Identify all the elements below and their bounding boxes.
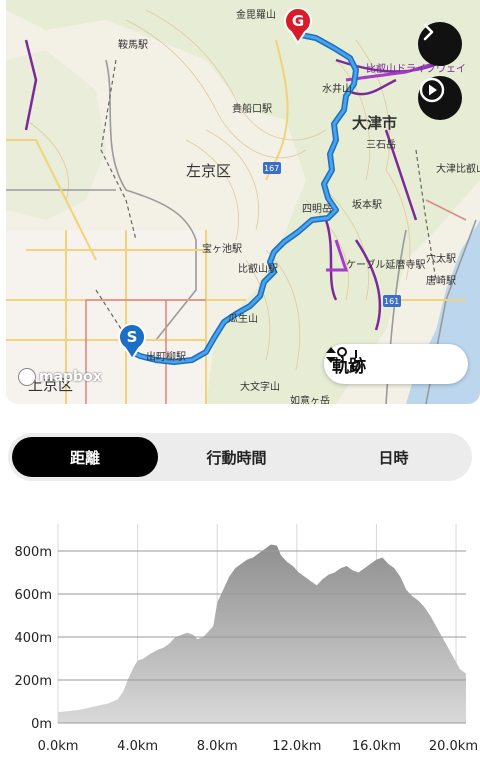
map-label-nyoigatake: 如意ヶ岳 [290, 396, 330, 404]
route-icon [337, 347, 361, 371]
segment-activity-time[interactable]: 行動時間 [158, 437, 315, 477]
mapbox-logo: mapbox [18, 368, 102, 386]
map-label-karasaki: 唐崎駅 [426, 276, 456, 287]
goal-marker[interactable]: G [284, 8, 312, 44]
x-tick-label: 12.0km [272, 739, 321, 754]
x-tick-label: 16.0km [352, 739, 401, 754]
x-tick-label: 20.0km [429, 739, 478, 754]
map-label-sakyo: 左京区 [186, 162, 232, 180]
x-tick-label: 0.0km [38, 739, 79, 754]
up-down-arrows-icon [326, 347, 336, 363]
map-label-shimei: 四明岳 [302, 204, 332, 215]
y-tick-label: 800m [15, 545, 52, 560]
next-button[interactable] [418, 22, 462, 66]
y-tick-label: 0m [31, 717, 52, 732]
map-label-uriyuyama: 瓜生山 [228, 314, 258, 325]
y-tick-label: 600m [15, 588, 52, 603]
track-type-select[interactable]: 軌跡 [324, 344, 468, 384]
play-icon [419, 77, 445, 103]
map-label-daimonji: 大文字山 [240, 382, 280, 393]
play-button[interactable] [418, 76, 462, 120]
map-label-kurama: 鞍馬駅 [118, 40, 148, 51]
map-label-kibune: 貴船口駅 [232, 104, 272, 115]
map-label-shiga: 大津比叡山口駅 [436, 164, 480, 175]
map-label-otsu: 大津市 [352, 114, 398, 132]
map-label-miyama: 水井山 [322, 84, 352, 95]
y-tick-label: 400m [15, 631, 52, 646]
map-label-hiyoshi: 宝ヶ池駅 [202, 244, 242, 255]
map-label-cable-station: ケーブル延暦寺駅 [346, 260, 426, 271]
route-map[interactable]: 左京区 大津市 上京区 鞍馬駅 金毘羅山 貴船口駅 水井山 三石岳 四明岳 宝ヶ… [6, 0, 480, 404]
y-tick-label: 200m [15, 674, 52, 689]
elevation-area [58, 544, 466, 723]
x-tick-label: 8.0km [197, 739, 238, 754]
map-label-kinkaku: 金毘羅山 [236, 10, 276, 21]
chevron-right-icon [423, 23, 434, 41]
x-tick-label: 4.0km [117, 739, 158, 754]
segment-datetime[interactable]: 日時 [315, 437, 472, 477]
map-label-miidera: 三石岳 [366, 140, 396, 151]
start-marker[interactable]: S [118, 324, 146, 360]
map-label-anazato: 穴太駅 [426, 254, 456, 265]
x-axis-mode-segmented-control: 距離 行動時間 日時 [8, 433, 472, 481]
elevation-chart: 0m 200m 400m 600m 800m 0.0km 4.0km 8.0km 12.0km 1… [0, 510, 480, 760]
map-label-hieizan: 比叡山駅 [238, 264, 278, 275]
segment-distance[interactable]: 距離 [12, 437, 158, 477]
mapbox-logo-icon [18, 368, 36, 386]
map-label-demachi: 出町柳駅 [146, 352, 186, 363]
road-shield-161: 161 [384, 297, 400, 306]
elevation-chart-svg: 0m 200m 400m 600m 800m 0.0km 4.0km 8.0km 12.0km 1… [15, 524, 478, 754]
map-label-sakamoto: 坂本駅 [352, 200, 382, 211]
road-shield-167: 167 [264, 164, 280, 173]
